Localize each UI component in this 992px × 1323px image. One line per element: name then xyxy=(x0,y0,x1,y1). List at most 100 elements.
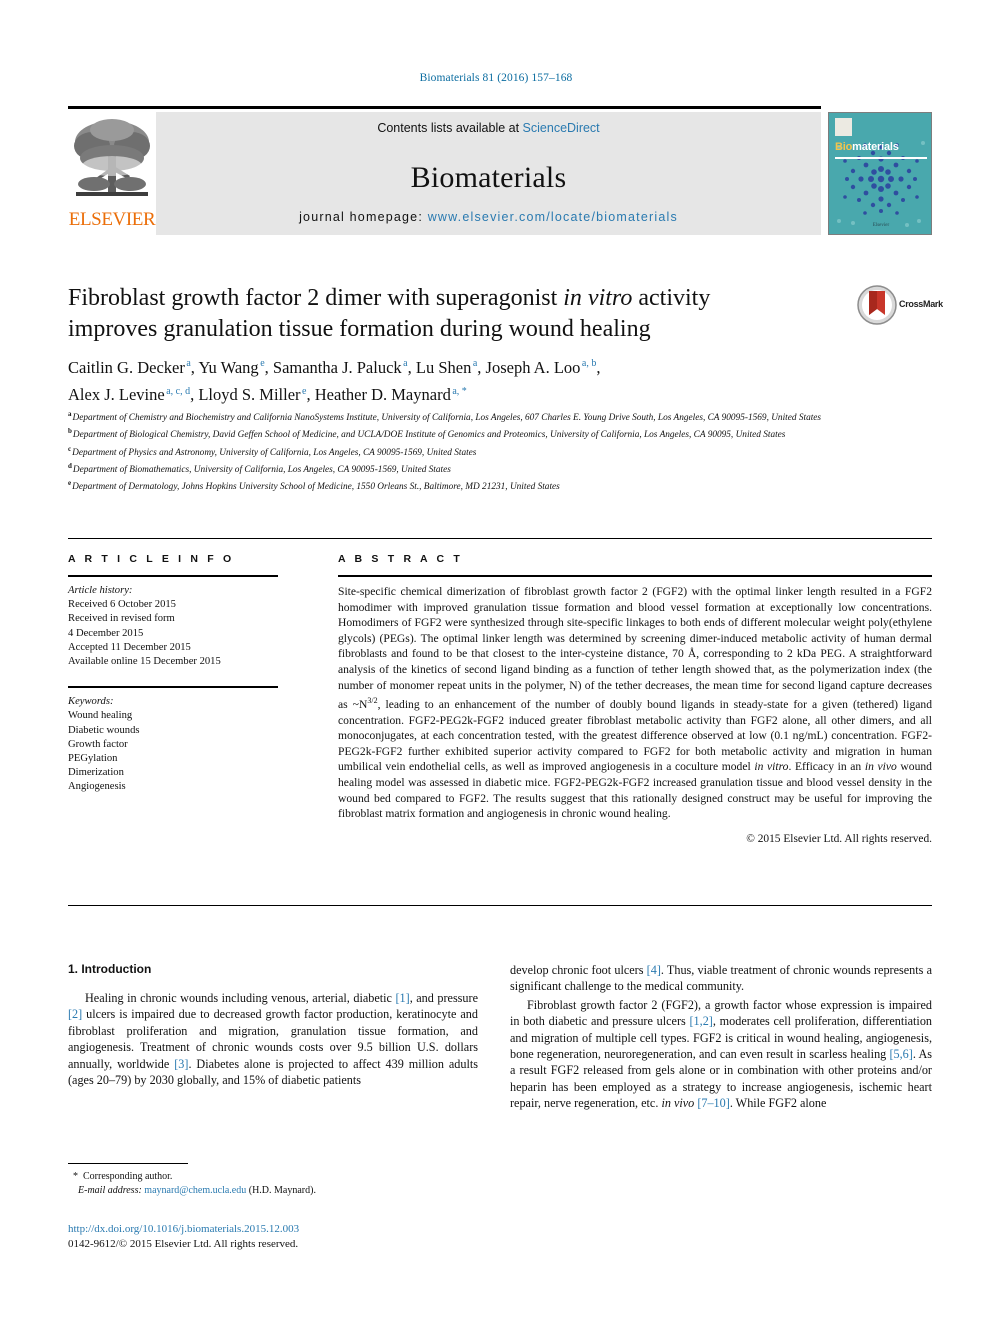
author-name: Lu Shen xyxy=(415,357,472,377)
affiliation-item: eDepartment of Dermatology, Johns Hopkin… xyxy=(68,477,868,494)
footnote-rule xyxy=(68,1163,188,1164)
running-head: Biomaterials 81 (2016) 157–168 xyxy=(419,72,573,84)
title-line1-italic: in vitro xyxy=(563,285,633,311)
author-list: Caitlin G. Decker a, Yu Wang e, Samantha J… xyxy=(68,352,868,407)
author-affil-marker[interactable]: a, b xyxy=(580,358,596,369)
author-affil-marker[interactable]: a, c, d xyxy=(165,386,190,397)
affiliation-item: cDepartment of Physics and Astronomy, Un… xyxy=(68,443,868,460)
keyword-item: Growth factor xyxy=(68,738,128,750)
affiliation-item: dDepartment of Biomathematics, Universit… xyxy=(68,460,868,477)
article-info-column: A R T I C L E I N F O Article history: R… xyxy=(68,553,278,795)
crossmark-badge-container[interactable]: CrossMark xyxy=(857,285,943,327)
contents-prefix: Contents lists available at xyxy=(377,121,523,135)
journal-article-page: Biomaterials 81 (2016) 157–168 ELSEVIER … xyxy=(0,0,992,1323)
history-item: Accepted 11 December 2015 xyxy=(68,641,191,653)
affiliation-item: bDepartment of Biological Chemistry, Dav… xyxy=(68,425,868,442)
page-title: Fibroblast growth factor 2 dimer with su… xyxy=(68,283,768,345)
author-item: Heather D. Maynard a, * xyxy=(315,385,467,404)
journal-cover-thumbnail: Biomaterials Elsevier xyxy=(828,112,932,235)
abstract-text: Site-specific chemical dimerization of f… xyxy=(338,584,932,822)
abstract-divider xyxy=(338,575,932,577)
intro-paragraph-2: Fibroblast growth factor 2 (FGF2), a gro… xyxy=(510,997,932,1112)
intro-p1-b: , and pressure xyxy=(409,991,478,1005)
journal-homepage-line: journal homepage: www.elsevier.com/locat… xyxy=(156,210,821,224)
homepage-prefix: journal homepage: xyxy=(299,210,428,224)
cover-footer-text: Elsevier xyxy=(872,223,890,228)
intro-r2-e: . While FGF2 alone xyxy=(729,1096,827,1111)
author-item: Lu Shen a, xyxy=(416,358,486,377)
citation-ref-7-10[interactable]: [7–10] xyxy=(697,1096,730,1110)
article-history-block: Article history: Received 6 October 2015… xyxy=(68,584,278,669)
intro-r1-a: develop chronic foot ulcers xyxy=(510,963,647,977)
affiliation-text: Department of Physics and Astronomy, Uni… xyxy=(72,447,477,458)
affiliation-text: Department of Biomathematics, University… xyxy=(72,464,451,475)
author-item: Alex J. Levine a, c, d, xyxy=(68,385,198,404)
author-name: Caitlin G. Decker xyxy=(68,357,185,377)
author-item: Caitlin G. Decker a, xyxy=(68,358,198,377)
cover-title-materials: materials xyxy=(852,141,899,153)
email-link[interactable]: maynard@chem.ucla.edu xyxy=(144,1185,246,1196)
history-item: Received in revised form xyxy=(68,613,175,625)
author-sep: , xyxy=(264,357,273,377)
citation-ref-1[interactable]: [1] xyxy=(395,991,409,1005)
citation-ref-4[interactable]: [4] xyxy=(647,963,661,977)
introduction-left-column: 1. Introduction Healing in chronic wound… xyxy=(68,962,478,1090)
info-abstract-top-rule xyxy=(68,538,932,539)
sciencedirect-link[interactable]: ScienceDirect xyxy=(523,121,600,135)
doi-link[interactable]: http://dx.doi.org/10.1016/j.biomaterials… xyxy=(68,1222,488,1237)
affiliation-text: Department of Chemistry and Biochemistry… xyxy=(72,413,822,424)
citation-ref-1-2[interactable]: [1,2] xyxy=(690,1014,713,1028)
intro-p1-a: Healing in chronic wounds including veno… xyxy=(85,991,396,1005)
introduction-right-column: develop chronic foot ulcers [4]. Thus, v… xyxy=(510,962,932,1114)
cover-title-underline xyxy=(835,157,927,159)
affiliation-text: Department of Biological Chemistry, Davi… xyxy=(72,430,786,441)
history-item: Received 6 October 2015 xyxy=(68,599,176,611)
info-abstract-bottom-rule xyxy=(68,905,932,906)
author-sep: , xyxy=(306,385,315,404)
title-line2: improves granulation tissue formation du… xyxy=(68,316,651,342)
abstract-column: A B S T R A C T Site-specific chemical d… xyxy=(338,553,932,845)
abstract-italic-in-vitro: in vitro xyxy=(754,760,789,774)
abstract-heading: A B S T R A C T xyxy=(338,553,463,565)
author-affil-marker[interactable]: a, * xyxy=(451,386,466,397)
journal-name: Biomaterials xyxy=(410,160,567,194)
author-item: Lloyd S. Miller e, xyxy=(198,385,314,404)
keyword-item: Wound healing xyxy=(68,710,133,722)
intro-paragraph-1-continued: develop chronic foot ulcers [4]. Thus, v… xyxy=(510,962,932,995)
citation-ref-3[interactable]: [3] xyxy=(174,1057,188,1071)
elsevier-tree-icon xyxy=(74,119,150,196)
affiliation-list: aDepartment of Chemistry and Biochemistr… xyxy=(68,408,868,494)
email-label: E-mail address: xyxy=(78,1184,142,1196)
keywords-divider xyxy=(68,686,278,689)
keywords-label: Keywords: xyxy=(68,696,114,708)
intro-paragraph-1: Healing in chronic wounds including veno… xyxy=(68,990,478,1088)
keywords-block: Keywords: Wound healing Diabetic wounds … xyxy=(68,695,278,794)
crossmark-label: CrossMark xyxy=(899,299,943,309)
citation-ref-2[interactable]: [2] xyxy=(68,1007,82,1021)
intro-r2-italic-in-vivo: in vivo xyxy=(661,1096,695,1111)
author-item: Samantha J. Paluck a, xyxy=(273,358,416,377)
title-line1-part-b: activity xyxy=(632,285,711,311)
article-info-heading: A R T I C L E I N F O xyxy=(68,553,235,565)
keyword-item: PEGylation xyxy=(68,753,118,765)
keyword-item: Angiogenesis xyxy=(68,781,126,793)
article-info-divider xyxy=(68,575,278,577)
journal-homepage-link[interactable]: www.elsevier.com/locate/biomaterials xyxy=(428,210,678,224)
doi-block: http://dx.doi.org/10.1016/j.biomaterials… xyxy=(68,1222,488,1252)
abstract-italic-in-vivo: in vivo xyxy=(864,760,897,774)
email-line: E-mail address: maynard@chem.ucla.edu (H… xyxy=(68,1184,478,1198)
corresponding-author-line: * Corresponding author. xyxy=(68,1170,478,1184)
citation-ref-5-6[interactable]: [5,6] xyxy=(889,1047,912,1061)
author-name: Samantha J. Paluck xyxy=(272,357,402,377)
elsevier-wordmark: ELSEVIER xyxy=(68,209,156,230)
keyword-item: Dimerization xyxy=(68,767,124,779)
abstract-exponent: 3/2 xyxy=(367,696,378,706)
title-line1-part-a: Fibroblast growth factor 2 dimer with su… xyxy=(68,285,564,311)
abstract-part-3: . Efficacy in an xyxy=(788,760,865,774)
elsevier-logo: ELSEVIER xyxy=(68,112,156,235)
author-sep: , xyxy=(477,357,486,377)
cover-publisher-mark xyxy=(835,118,852,136)
crossmark-icon[interactable] xyxy=(857,285,897,325)
contents-available-line: Contents lists available at ScienceDirec… xyxy=(156,121,821,135)
